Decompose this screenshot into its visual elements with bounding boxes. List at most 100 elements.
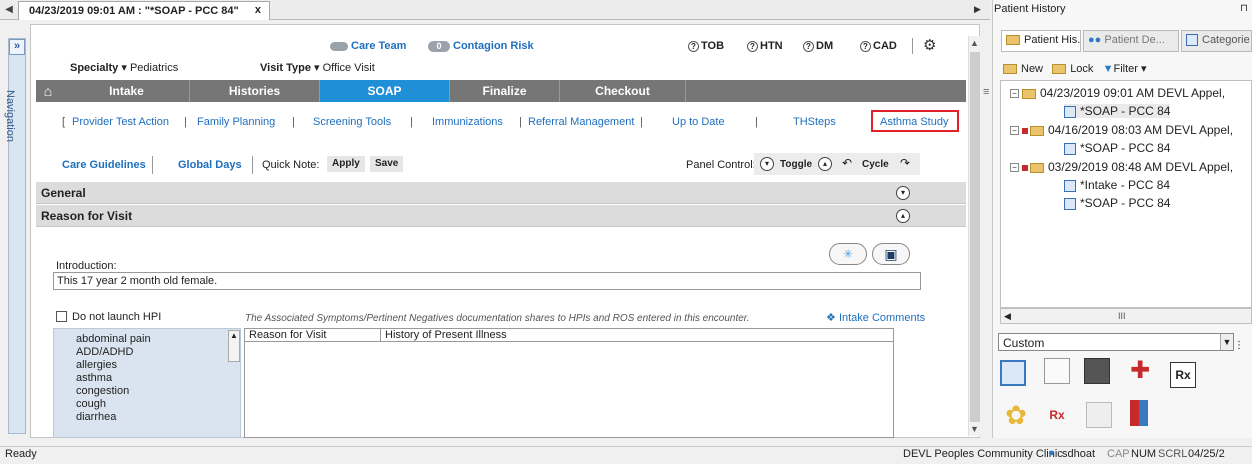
list-view-icon[interactable] [1000, 360, 1026, 386]
flag-htn[interactable]: ? HTN [747, 40, 783, 52]
expand-navigation-icon[interactable]: » [9, 39, 25, 55]
highlight-box [871, 110, 959, 132]
tab-histories[interactable]: Histories [190, 80, 320, 102]
panel-control-label: Panel Control: [686, 159, 756, 171]
tree-document-node[interactable]: *Intake - PCC 84 [1064, 178, 1170, 192]
xray-icon[interactable] [1084, 358, 1110, 384]
flag-cad[interactable]: ? CAD [860, 40, 897, 52]
medical-kit-icon[interactable]: ✚ [1127, 358, 1153, 384]
collapse-node-icon[interactable]: − [1010, 126, 1019, 136]
save-disk-icon[interactable]: ▣ [872, 243, 910, 265]
intake-comments-link[interactable]: ❖ Intake Comments [826, 311, 925, 324]
section-reason-for-visit[interactable]: Reason for Visit [36, 205, 966, 227]
collapse-up-icon[interactable]: ▴ [896, 209, 910, 223]
home-icon[interactable]: ⌂ [36, 80, 60, 102]
navigation-label[interactable]: Navigation [4, 90, 16, 142]
hpi-table-header [244, 328, 894, 342]
thsteps-link[interactable]: THSteps [793, 116, 836, 128]
introduction-field[interactable]: This 17 year 2 month old female. [53, 272, 921, 290]
tab-patient-demographics[interactable]: ●● Patient De... [1083, 30, 1179, 52]
global-days-link[interactable]: Global Days [178, 159, 242, 171]
tree-visit-node[interactable]: −03/29/2019 08:48 AM DEVL Appel, [1010, 160, 1233, 174]
do-not-launch-hpi-checkbox[interactable] [56, 311, 67, 322]
apply-button[interactable]: Apply [327, 156, 365, 172]
lab-tubes-icon[interactable] [1130, 400, 1148, 426]
chevron-down-icon[interactable]: ▼ [1220, 334, 1233, 350]
care-guidelines-link[interactable]: Care Guidelines [62, 159, 146, 171]
redo-icon[interactable]: ↷ [900, 156, 910, 170]
care-team-button[interactable]: Care Team [330, 40, 406, 52]
tree-document-node[interactable]: *SOAP - PCC 84 [1064, 196, 1170, 210]
tree-document-node[interactable]: *SOAP - PCC 84 [1064, 104, 1171, 118]
scroll-down-icon[interactable]: ▼ [970, 424, 979, 434]
report-icon[interactable] [1086, 402, 1112, 428]
provider-test-action-link[interactable]: Provider Test Action [72, 116, 169, 128]
collapse-down-icon[interactable]: ▾ [760, 157, 774, 171]
visit-type-field[interactable]: Visit Type ▾ Office Visit [260, 61, 375, 74]
column-reason-for-visit[interactable]: Reason for Visit [249, 329, 326, 341]
refresh-icon[interactable]: ✳ [829, 243, 867, 265]
tree-document-node[interactable]: *SOAP - PCC 84 [1064, 141, 1170, 155]
list-scroll-up-icon[interactable]: ▲ [228, 330, 240, 362]
list-item[interactable]: diarrhea [76, 411, 116, 423]
specialty-field[interactable]: Specialty ▾ Pediatrics [70, 61, 178, 74]
flower-icon[interactable]: ✿ [1003, 402, 1029, 428]
family-planning-link[interactable]: Family Planning [197, 116, 275, 128]
separator: | [410, 116, 413, 128]
new-button[interactable]: New [1003, 63, 1043, 75]
document-tab[interactable]: 04/23/2019 09:01 AM : "*SOAP - PCC 84" x [18, 1, 270, 20]
tab-categories[interactable]: Categorie [1181, 30, 1252, 52]
tree-visit-node[interactable]: −04/23/2019 09:01 AM DEVL Appel, [1010, 86, 1225, 100]
lock-button[interactable]: Lock [1052, 63, 1093, 75]
column-history-present-illness[interactable]: History of Present Illness [385, 329, 507, 341]
list-item[interactable]: allergies [76, 359, 117, 371]
section-general[interactable]: General [36, 182, 966, 204]
collapse-up-icon[interactable]: ▴ [818, 157, 832, 171]
prescription-icon[interactable]: Rx [1170, 362, 1196, 388]
tab-scroll-right-icon[interactable]: ▶ [974, 4, 981, 15]
immunizations-link[interactable]: Immunizations [432, 116, 503, 128]
scroll-left-icon[interactable]: ◀ [1004, 311, 1011, 322]
save-button[interactable]: Save [370, 156, 404, 172]
collapse-node-icon[interactable]: − [1010, 89, 1019, 99]
list-item[interactable]: cough [76, 398, 106, 410]
rx-cancel-icon[interactable]: Rx [1044, 402, 1070, 428]
up-to-date-link[interactable]: Up to Date [672, 116, 725, 128]
scroll-grip[interactable]: III [1118, 311, 1126, 321]
tab-finalize[interactable]: Finalize [450, 80, 560, 102]
gear-icon[interactable]: ⚙ [923, 36, 936, 54]
custom-dropdown[interactable]: Custom [998, 333, 1234, 351]
splitter-icon[interactable]: ⋮ [1234, 340, 1244, 351]
contagion-risk-button[interactable]: 0 Contagion Risk [428, 40, 534, 52]
screening-tools-link[interactable]: Screening Tools [313, 116, 391, 128]
list-item[interactable]: asthma [76, 372, 112, 384]
question-icon: ? [688, 40, 699, 52]
close-icon[interactable]: x [255, 4, 261, 16]
undo-icon[interactable]: ↶ [842, 156, 852, 170]
list-item[interactable]: ADD/ADHD [76, 346, 133, 358]
do-not-launch-hpi-label: Do not launch HPI [72, 311, 162, 323]
tab-soap[interactable]: SOAP [320, 80, 450, 102]
tab-scroll-left-icon[interactable]: ◀ [2, 3, 16, 17]
tab-intake[interactable]: Intake [64, 80, 190, 102]
flag-tob[interactable]: ? TOB [688, 40, 724, 52]
collapse-node-icon[interactable]: − [1010, 163, 1019, 173]
list-item[interactable]: congestion [76, 385, 129, 397]
pin-icon[interactable]: ⊓ [1240, 3, 1248, 14]
document-form-icon[interactable] [1044, 358, 1070, 384]
expand-down-icon[interactable]: ▾ [896, 186, 910, 200]
splitter-grip-icon[interactable]: ≡ [983, 86, 989, 98]
toggle-button[interactable]: Toggle [780, 159, 812, 170]
cycle-button[interactable]: Cycle [862, 159, 889, 170]
scrollbar-thumb[interactable] [970, 52, 980, 422]
introduction-label: Introduction: [56, 260, 117, 272]
tab-checkout[interactable]: Checkout [560, 80, 686, 102]
tree-horizontal-scrollbar[interactable] [1000, 308, 1252, 324]
list-item[interactable]: abdominal pain [76, 333, 151, 345]
referral-management-link[interactable]: Referral Management [528, 116, 634, 128]
tab-patient-history[interactable]: Patient His... [1001, 30, 1081, 52]
tree-visit-node[interactable]: −04/16/2019 08:03 AM DEVL Appel, [1010, 123, 1233, 137]
flag-dm[interactable]: ? DM [803, 40, 833, 52]
scroll-up-icon[interactable]: ▲ [970, 38, 979, 48]
filter-button[interactable]: ▼Filter ▾ [1103, 63, 1147, 75]
